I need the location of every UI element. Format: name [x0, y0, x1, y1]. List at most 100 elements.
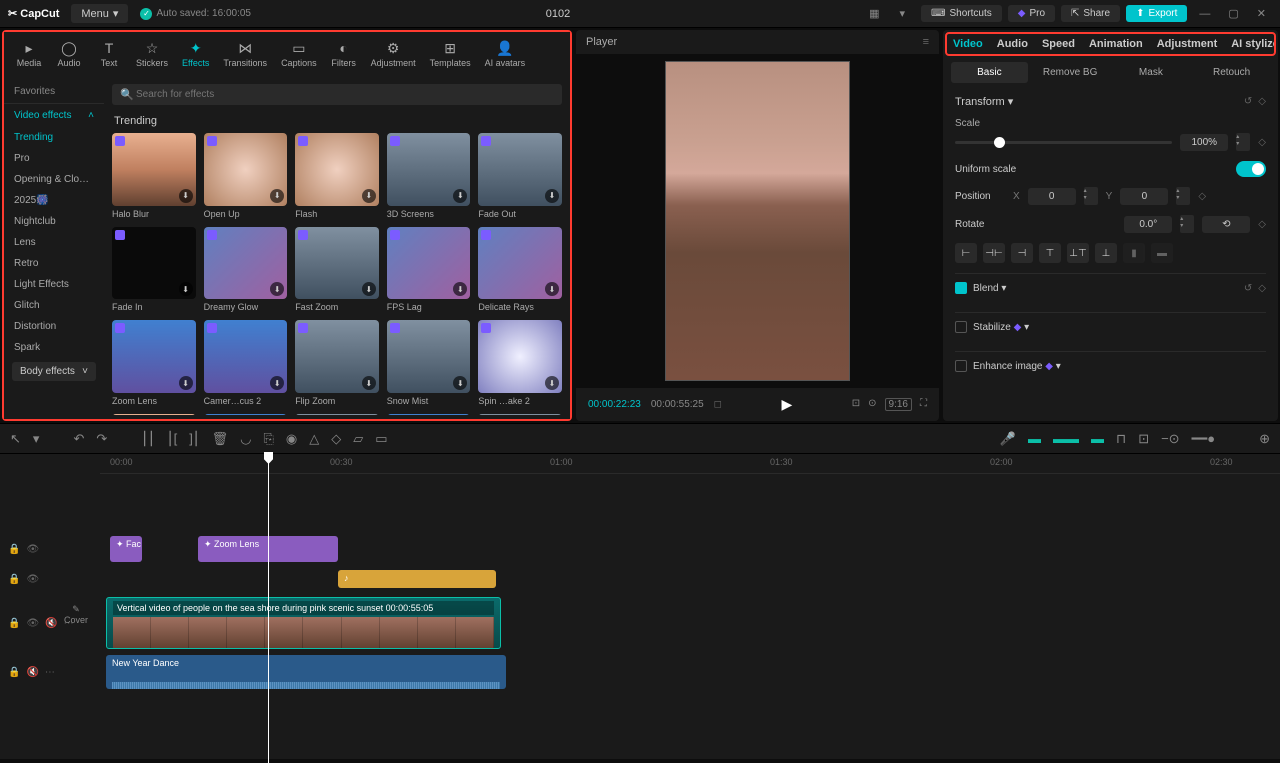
chevron-down-icon[interactable]: ▾ [896, 5, 910, 22]
ratio-badge[interactable]: 9:16 [885, 398, 912, 411]
redo-button[interactable]: ↷ [96, 431, 107, 447]
fullscreen-icon[interactable]: ⛶ [920, 398, 927, 411]
distribute-h-icon[interactable]: ▮ [1123, 243, 1145, 263]
download-icon[interactable]: ⬇ [545, 376, 559, 390]
align-bottom-icon[interactable]: ⊥ [1095, 243, 1117, 263]
effect-thumb[interactable]: ⬇ [112, 227, 196, 300]
effect-card[interactable]: ⬇ [295, 414, 379, 415]
effect-thumb[interactable]: ⬇ [295, 227, 379, 300]
undo-button[interactable]: ↶ [73, 431, 84, 447]
effect-card[interactable]: ⬇ [112, 414, 196, 415]
sidebar-item-distortion[interactable]: Distortion [4, 316, 104, 337]
stabilize-checkbox[interactable] [955, 321, 967, 333]
mark-tool[interactable]: ◡ [240, 431, 251, 447]
sidebar-item-trending[interactable]: Trending [4, 127, 104, 148]
sidebar-item-light-effects[interactable]: Light Effects [4, 274, 104, 295]
effect-card[interactable]: ⬇Fade In [112, 227, 196, 313]
rotate-input[interactable] [1124, 216, 1172, 233]
crop-icon[interactable]: ⊙ [868, 398, 876, 411]
keyframe-icon[interactable]: ◇ [1258, 283, 1266, 294]
sidebar-item-opening-clos-[interactable]: Opening & Clos… [4, 169, 104, 190]
track-opt2-icon[interactable]: ▬▬ [1053, 431, 1079, 446]
download-icon[interactable]: ⬇ [270, 282, 284, 296]
effect-thumb[interactable]: ⬇ [204, 414, 288, 415]
record-tool[interactable]: ◉ [286, 431, 297, 447]
quality-icon[interactable]: ◻ [714, 399, 722, 410]
trim-right-tool[interactable]: ]⎮ [189, 431, 199, 447]
minimize-button[interactable]: — [1193, 8, 1216, 20]
rotate-flip[interactable]: ⟲ [1202, 216, 1250, 233]
search-input[interactable] [112, 84, 562, 105]
download-icon[interactable]: ⬇ [453, 189, 467, 203]
reset-icon[interactable]: ↺ [1244, 96, 1252, 107]
magnet-icon[interactable]: ⊓ [1116, 431, 1126, 447]
effect-thumb[interactable]: ⬇ [387, 133, 471, 206]
effect-thumb[interactable]: ⬇ [387, 227, 471, 300]
effect-card[interactable]: ⬇Flash [295, 133, 379, 219]
export-button[interactable]: ⬆ Export [1126, 5, 1187, 22]
fx-track-head[interactable]: 🔒👁 [0, 534, 100, 564]
effect-thumb[interactable]: ⬇ [478, 227, 562, 300]
copy-tool[interactable]: ⎘ [263, 431, 273, 447]
keyframe-icon[interactable]: ◇ [1198, 191, 1206, 202]
sidebar-item-glitch[interactable]: Glitch [4, 295, 104, 316]
reset-icon[interactable]: ↺ [1244, 283, 1252, 294]
shortcuts-button[interactable]: ⌨ Shortcuts [921, 5, 1002, 22]
effect-card[interactable]: ⬇Zoom Lens [112, 320, 196, 406]
enhance-checkbox[interactable] [955, 360, 967, 372]
mirror-tool[interactable]: △ [309, 431, 319, 447]
download-icon[interactable]: ⬇ [179, 189, 193, 203]
effect-thumb[interactable]: ⬇ [478, 320, 562, 393]
mic-icon[interactable]: 🎤 [1000, 431, 1016, 447]
tab-audio[interactable]: Audio [997, 38, 1028, 50]
tool-transitions[interactable]: ⋈Transitions [217, 36, 273, 72]
pos-x-spinner[interactable]: ▴▾ [1084, 187, 1098, 205]
subtab-retouch[interactable]: Retouch [1193, 62, 1270, 83]
tool-captions[interactable]: ▭Captions [275, 36, 323, 72]
play-button[interactable]: ▶ [732, 396, 842, 413]
audio-track-head[interactable]: 🔒🔇⋯ [0, 652, 100, 692]
align-left-icon[interactable]: ⊢ [955, 243, 977, 263]
track-opt1-icon[interactable]: ▬ [1028, 431, 1041, 446]
zoom-out-icon[interactable]: −⊙ [1161, 431, 1179, 447]
maximize-button[interactable]: ▢ [1222, 7, 1244, 20]
effect-card[interactable]: ⬇Open Up [204, 133, 288, 219]
close-button[interactable]: ✕ [1251, 7, 1272, 20]
position-x-input[interactable] [1028, 188, 1076, 205]
caption-clip[interactable]: ♪ [338, 570, 496, 588]
scale-slider[interactable] [955, 141, 1172, 144]
download-icon[interactable]: ⬇ [362, 189, 376, 203]
tab-animation[interactable]: Animation [1089, 38, 1143, 50]
trim-left-tool[interactable]: ⎮[ [167, 431, 177, 447]
fx-clip-1[interactable]: ✦ Fac [110, 536, 142, 562]
download-icon[interactable]: ⬇ [179, 282, 193, 296]
tool-audio[interactable]: ◯Audio [50, 36, 88, 72]
effect-thumb[interactable]: ⬇ [478, 133, 562, 206]
video-clip[interactable]: Vertical video of people on the sea shor… [106, 597, 501, 649]
tool-text[interactable]: TText [90, 36, 128, 72]
cover-button[interactable]: ✎Cover [60, 604, 92, 625]
effect-card[interactable]: ⬇ [387, 414, 471, 415]
tool-media[interactable]: ▸Media [10, 36, 48, 72]
caption-track-head[interactable]: 🔒👁 [0, 564, 100, 594]
video-preview[interactable] [665, 61, 850, 381]
track-opt3-icon[interactable]: ▬ [1091, 431, 1104, 446]
rotate-spinner[interactable]: ▴▾ [1180, 215, 1194, 233]
effect-card[interactable]: ⬇3D Screens [387, 133, 471, 219]
effect-thumb[interactable]: ⬇ [295, 320, 379, 393]
rotate-tool[interactable]: ◇ [331, 431, 341, 447]
align-right-icon[interactable]: ⊣ [1011, 243, 1033, 263]
effect-thumb[interactable]: ⬇ [387, 320, 471, 393]
layout-icon[interactable]: ▦ [865, 5, 883, 22]
download-icon[interactable]: ⬇ [362, 376, 376, 390]
select-dropdown[interactable]: ▾ [33, 431, 40, 447]
keyframe-icon[interactable]: ◇ [1258, 219, 1266, 230]
sidebar-item-2025-[interactable]: 2025🎆 [4, 190, 104, 211]
tab-speed[interactable]: Speed [1042, 38, 1075, 50]
subtab-basic[interactable]: Basic [951, 62, 1028, 83]
keyframe-icon[interactable]: ◇ [1258, 137, 1266, 148]
effect-card[interactable]: ⬇ [478, 414, 562, 415]
blend-label[interactable]: Blend ▾ [973, 283, 1006, 294]
download-icon[interactable]: ⬇ [179, 376, 193, 390]
effect-card[interactable]: ⬇Spin …ake 2 [478, 320, 562, 406]
